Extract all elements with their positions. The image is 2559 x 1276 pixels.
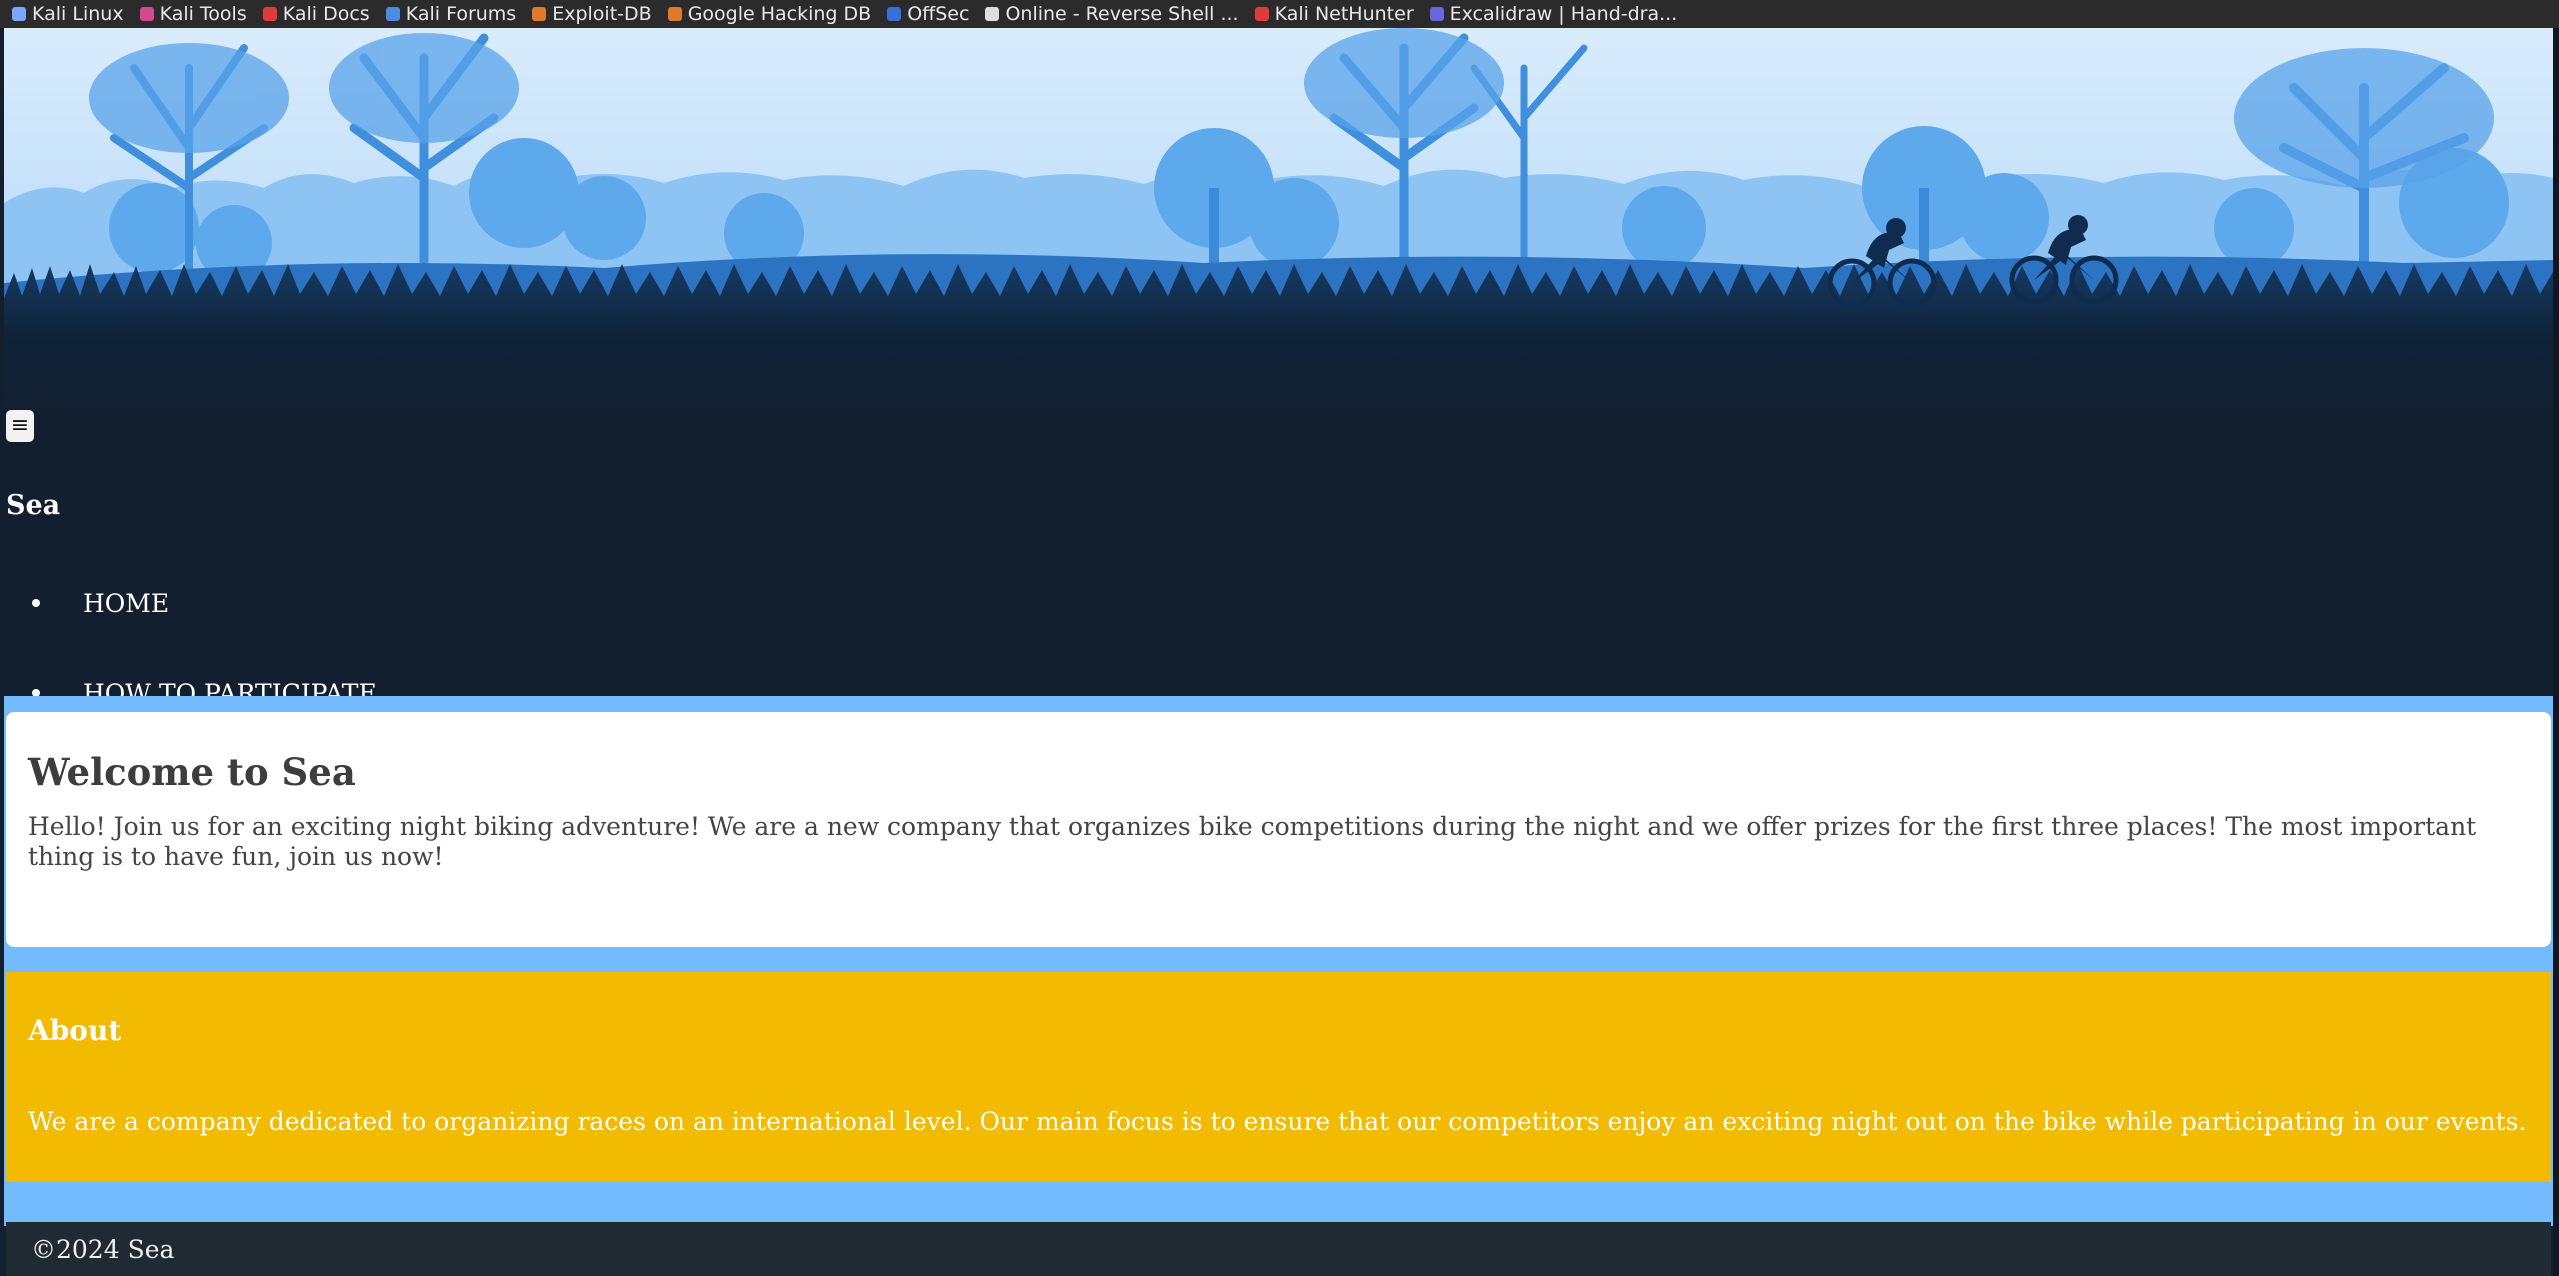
footer-copyright: ©2024 Sea — [31, 1234, 175, 1264]
web-page: ≡ Sea HOME HOW TO PARTICIPATE Welcome to… — [4, 28, 2553, 1276]
kali-forums-icon — [385, 7, 400, 21]
bookmark-kali-forums[interactable]: Kali Forums — [385, 3, 517, 25]
exploit-db-icon — [532, 7, 547, 21]
site-title: Sea — [6, 490, 61, 521]
about-heading: About — [28, 1014, 122, 1047]
bookmark-label: Kali NetHunter — [1274, 3, 1414, 25]
bookmark-kali-docs[interactable]: Kali Docs — [262, 3, 370, 25]
bookmark-label: Kali Linux — [32, 3, 124, 25]
bookmark-label: Online - Reverse Shell ... — [1005, 3, 1239, 25]
excalidraw-icon — [1429, 7, 1444, 21]
bookmark-exploit-db[interactable]: Exploit-DB — [532, 3, 652, 25]
page-footer: ©2024 Sea — [6, 1222, 2551, 1276]
welcome-heading: Welcome to Sea — [28, 750, 356, 794]
bookmark-offsec[interactable]: OffSec — [887, 3, 969, 25]
bookmark-kali-tools[interactable]: Kali Tools — [139, 3, 247, 25]
bookmark-label: Kali Forums — [405, 3, 517, 25]
kali-docs-icon — [262, 7, 277, 21]
offsec-icon — [887, 7, 902, 21]
bookmark-label: OffSec — [907, 3, 970, 25]
bookmark-label: Kali Docs — [282, 3, 370, 25]
bookmark-kali-linux[interactable]: Kali Linux — [12, 3, 124, 25]
nethunter-icon — [1254, 7, 1269, 21]
kali-tools-icon — [139, 7, 154, 21]
nav-link-home[interactable]: HOME — [83, 589, 169, 618]
page-scrollbar[interactable] — [2553, 28, 2559, 1276]
hamburger-menu-button[interactable]: ≡ — [6, 410, 34, 442]
bookmark-kali-nethunter[interactable]: Kali NetHunter — [1254, 3, 1414, 25]
bookmark-google-hacking-db[interactable]: Google Hacking DB — [667, 3, 872, 25]
bookmark-label: Exploit-DB — [552, 3, 652, 25]
bookmark-label: Excalidraw | Hand-dra... — [1449, 3, 1678, 25]
welcome-text: Hello! Join us for an exciting night bik… — [28, 812, 2477, 871]
welcome-card: Welcome to Sea Hello! Join us for an exc… — [6, 712, 2551, 947]
bookmark-excalidraw-hand-dra[interactable]: Excalidraw | Hand-dra... — [1429, 3, 1678, 25]
bookmark-label: Google Hacking DB — [687, 3, 872, 25]
night-biking-landscape-image — [4, 28, 2553, 418]
bookmark-label: Kali Tools — [159, 3, 247, 25]
bookmark-online-reverse-shell[interactable]: Online - Reverse Shell ... — [985, 3, 1239, 25]
about-text: We are a company dedicated to organizing… — [28, 1107, 2527, 1136]
ghdb-icon — [667, 7, 682, 21]
hero-banner — [4, 28, 2553, 418]
kali-dragon-icon — [12, 7, 26, 21]
skull-icon — [985, 7, 1000, 21]
about-section: About We are a company dedicated to orga… — [6, 972, 2551, 1182]
bookmarks-bar: Kali Linux Kali Tools Kali Docs Kali Forums… — [0, 0, 2559, 28]
nav-item-home[interactable]: HOME — [4, 558, 377, 648]
bullet-icon — [32, 599, 40, 607]
hamburger-menu-icon: ≡ — [10, 413, 30, 438]
